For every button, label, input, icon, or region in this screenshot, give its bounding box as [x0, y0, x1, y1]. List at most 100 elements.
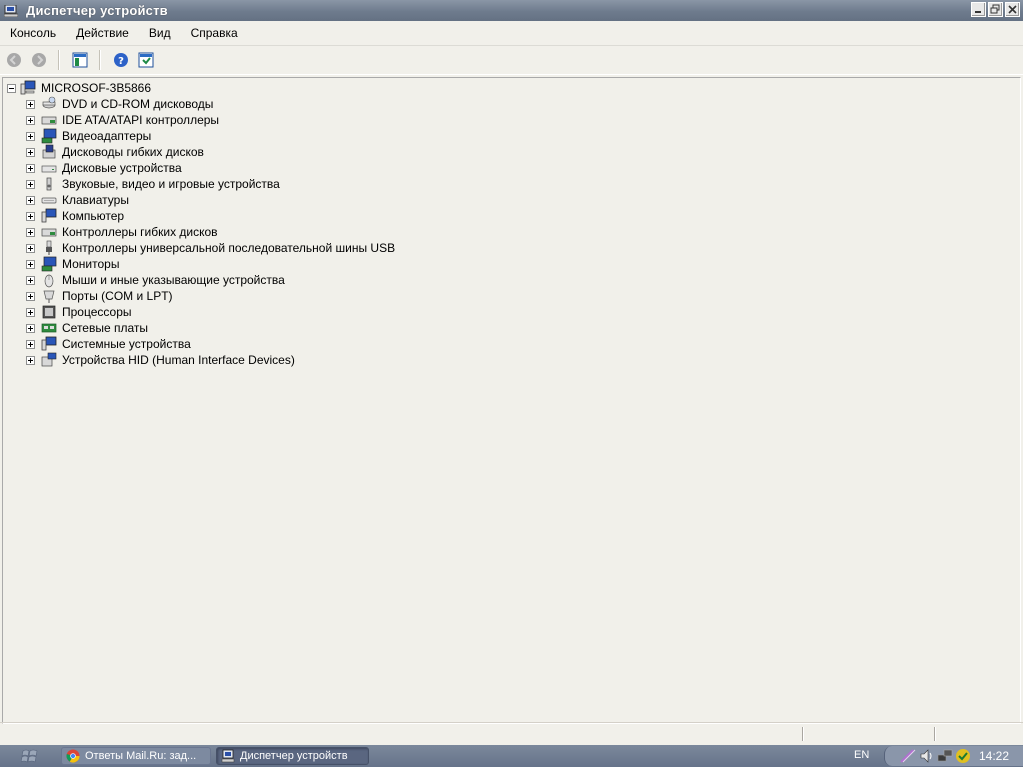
tree-item-label: IDE ATA/ATAPI контроллеры	[62, 113, 220, 127]
tree-item[interactable]: Контроллеры гибких дисков	[26, 224, 218, 240]
monitor-icon	[41, 256, 57, 272]
title-bar[interactable]: Диспетчер устройств	[0, 0, 1023, 21]
expand-toggle[interactable]	[26, 131, 35, 141]
tree-item-label: Дисковые устройства	[62, 161, 182, 175]
forward-icon	[32, 53, 46, 67]
expand-toggle[interactable]	[26, 163, 35, 173]
disk-drive-icon	[41, 165, 57, 173]
status-bar	[0, 722, 1023, 745]
hid-icon	[41, 352, 57, 367]
tree-item-label: Мыши и иные указывающие устройства	[62, 273, 285, 287]
start-button[interactable]	[0, 745, 60, 767]
tree-item-label: Контроллеры универсальной последовательн…	[62, 241, 396, 255]
tree-item-label: Порты (COM и LPT)	[62, 289, 173, 303]
restore-button[interactable]	[988, 2, 1003, 17]
menu-action[interactable]: Действие	[66, 21, 139, 45]
back-button[interactable]	[3, 49, 25, 71]
expand-toggle[interactable]	[26, 147, 35, 157]
show-hide-tree-button[interactable]	[69, 49, 91, 71]
taskbar-button-label: Ответы Mail.Ru: зад...	[85, 750, 197, 762]
expand-toggle[interactable]	[26, 99, 35, 109]
expand-toggle[interactable]	[26, 211, 35, 221]
forward-button[interactable]	[28, 49, 50, 71]
expand-toggle[interactable]	[26, 307, 35, 317]
tree-item[interactable]: Устройства HID (Human Interface Devices)	[26, 352, 295, 368]
restore-icon	[990, 4, 1000, 14]
tree-item[interactable]: DVD и CD-ROM дисководы	[26, 96, 213, 112]
computer-icon	[20, 80, 36, 95]
expand-toggle[interactable]	[26, 259, 35, 269]
minimize-button[interactable]	[971, 2, 986, 17]
help-icon: ?	[114, 53, 128, 67]
tree-item-label: Звуковые, видео и игровые устройства	[62, 177, 280, 191]
tree-item[interactable]: Системные устройства	[26, 336, 191, 352]
floppy-drive-icon	[42, 144, 56, 159]
tree-item[interactable]: Дисковые устройства	[26, 160, 182, 176]
properties-icon	[138, 52, 154, 68]
expand-toggle[interactable]	[26, 275, 35, 285]
sound-icon	[46, 177, 52, 191]
minimize-icon	[975, 11, 981, 13]
expand-toggle[interactable]	[26, 291, 35, 301]
tree-item-label: Контроллеры гибких дисков	[62, 225, 218, 239]
close-icon	[1008, 5, 1017, 14]
back-icon	[7, 53, 21, 67]
menu-console[interactable]: Консоль	[0, 21, 66, 45]
tree-item-label: Мониторы	[62, 257, 120, 271]
language-indicator[interactable]: EN	[854, 749, 869, 761]
tree-item[interactable]: Клавиатуры	[26, 192, 129, 208]
tree-item[interactable]: IDE ATA/ATAPI контроллеры	[26, 112, 219, 128]
network-icon[interactable]	[937, 748, 953, 764]
taskbar-button-label: Диспетчер устройств	[240, 750, 348, 762]
help-button[interactable]: ?	[110, 49, 132, 71]
cdrom-icon	[42, 96, 56, 109]
volume-icon[interactable]	[919, 748, 935, 764]
device-manager-icon	[221, 749, 235, 763]
close-button[interactable]	[1005, 2, 1020, 17]
expand-toggle[interactable]	[26, 195, 35, 205]
expand-toggle[interactable]	[26, 115, 35, 125]
expand-toggle[interactable]	[26, 355, 35, 365]
expand-toggle[interactable]	[26, 179, 35, 189]
collapse-toggle[interactable]	[7, 83, 16, 93]
expand-toggle[interactable]	[26, 227, 35, 237]
tree-item[interactable]: Мониторы	[26, 256, 119, 272]
device-manager-window: Диспетчер устройств Консоль Действие Вид…	[0, 0, 1023, 745]
toolbar-separator	[99, 50, 101, 70]
tree-item[interactable]: Сетевые платы	[26, 320, 148, 336]
menu-view[interactable]: Вид	[139, 21, 181, 45]
tree-item-label: Видеоадаптеры	[62, 129, 152, 143]
tree-item-label: Системные устройства	[62, 337, 191, 351]
tree-item[interactable]: Звуковые, видео и игровые устройства	[26, 176, 280, 192]
tree-item[interactable]: Порты (COM и LPT)	[26, 288, 173, 304]
usb-icon	[46, 240, 52, 255]
tree-item[interactable]: Мыши и иные указывающие устройства	[26, 272, 285, 288]
chrome-icon	[66, 749, 80, 763]
status-divider	[934, 727, 936, 741]
toolbar: ?	[0, 46, 1023, 75]
tree-item-label: Дисководы гибких дисков	[62, 145, 204, 159]
tree-root[interactable]: MICROSOF-3B5866	[7, 80, 151, 96]
expand-toggle[interactable]	[26, 339, 35, 349]
tree-item-label: Устройства HID (Human Interface Devices)	[62, 353, 295, 367]
tree-item[interactable]: Компьютер	[26, 208, 124, 224]
clock[interactable]: 14:22	[979, 749, 1009, 763]
ide-controller-icon	[41, 116, 57, 125]
taskbar-button-mailru[interactable]: Ответы Mail.Ru: зад...	[61, 747, 211, 765]
device-tree[interactable]: MICROSOF-3B5866 DVD и CD-ROM дисководы ID…	[2, 77, 1021, 724]
tree-item-label: Процессоры	[62, 305, 132, 319]
expand-toggle[interactable]	[26, 323, 35, 333]
security-icon[interactable]	[955, 748, 971, 764]
tree-item[interactable]: Видеоадаптеры	[26, 128, 151, 144]
tree-item[interactable]: Процессоры	[26, 304, 132, 320]
menu-help[interactable]: Справка	[181, 21, 248, 45]
expand-toggle[interactable]	[26, 243, 35, 253]
properties-button[interactable]	[135, 49, 157, 71]
tree-item[interactable]: Контроллеры универсальной последовательн…	[26, 240, 395, 256]
tree-root-label: MICROSOF-3B5866	[41, 81, 152, 95]
display-adapter-icon	[41, 128, 57, 144]
floppy-controller-icon	[41, 228, 57, 237]
taskbar-button-device-manager[interactable]: Диспетчер устройств	[216, 747, 369, 765]
pen-icon[interactable]	[899, 748, 917, 764]
tree-item[interactable]: Дисководы гибких дисков	[26, 144, 204, 160]
